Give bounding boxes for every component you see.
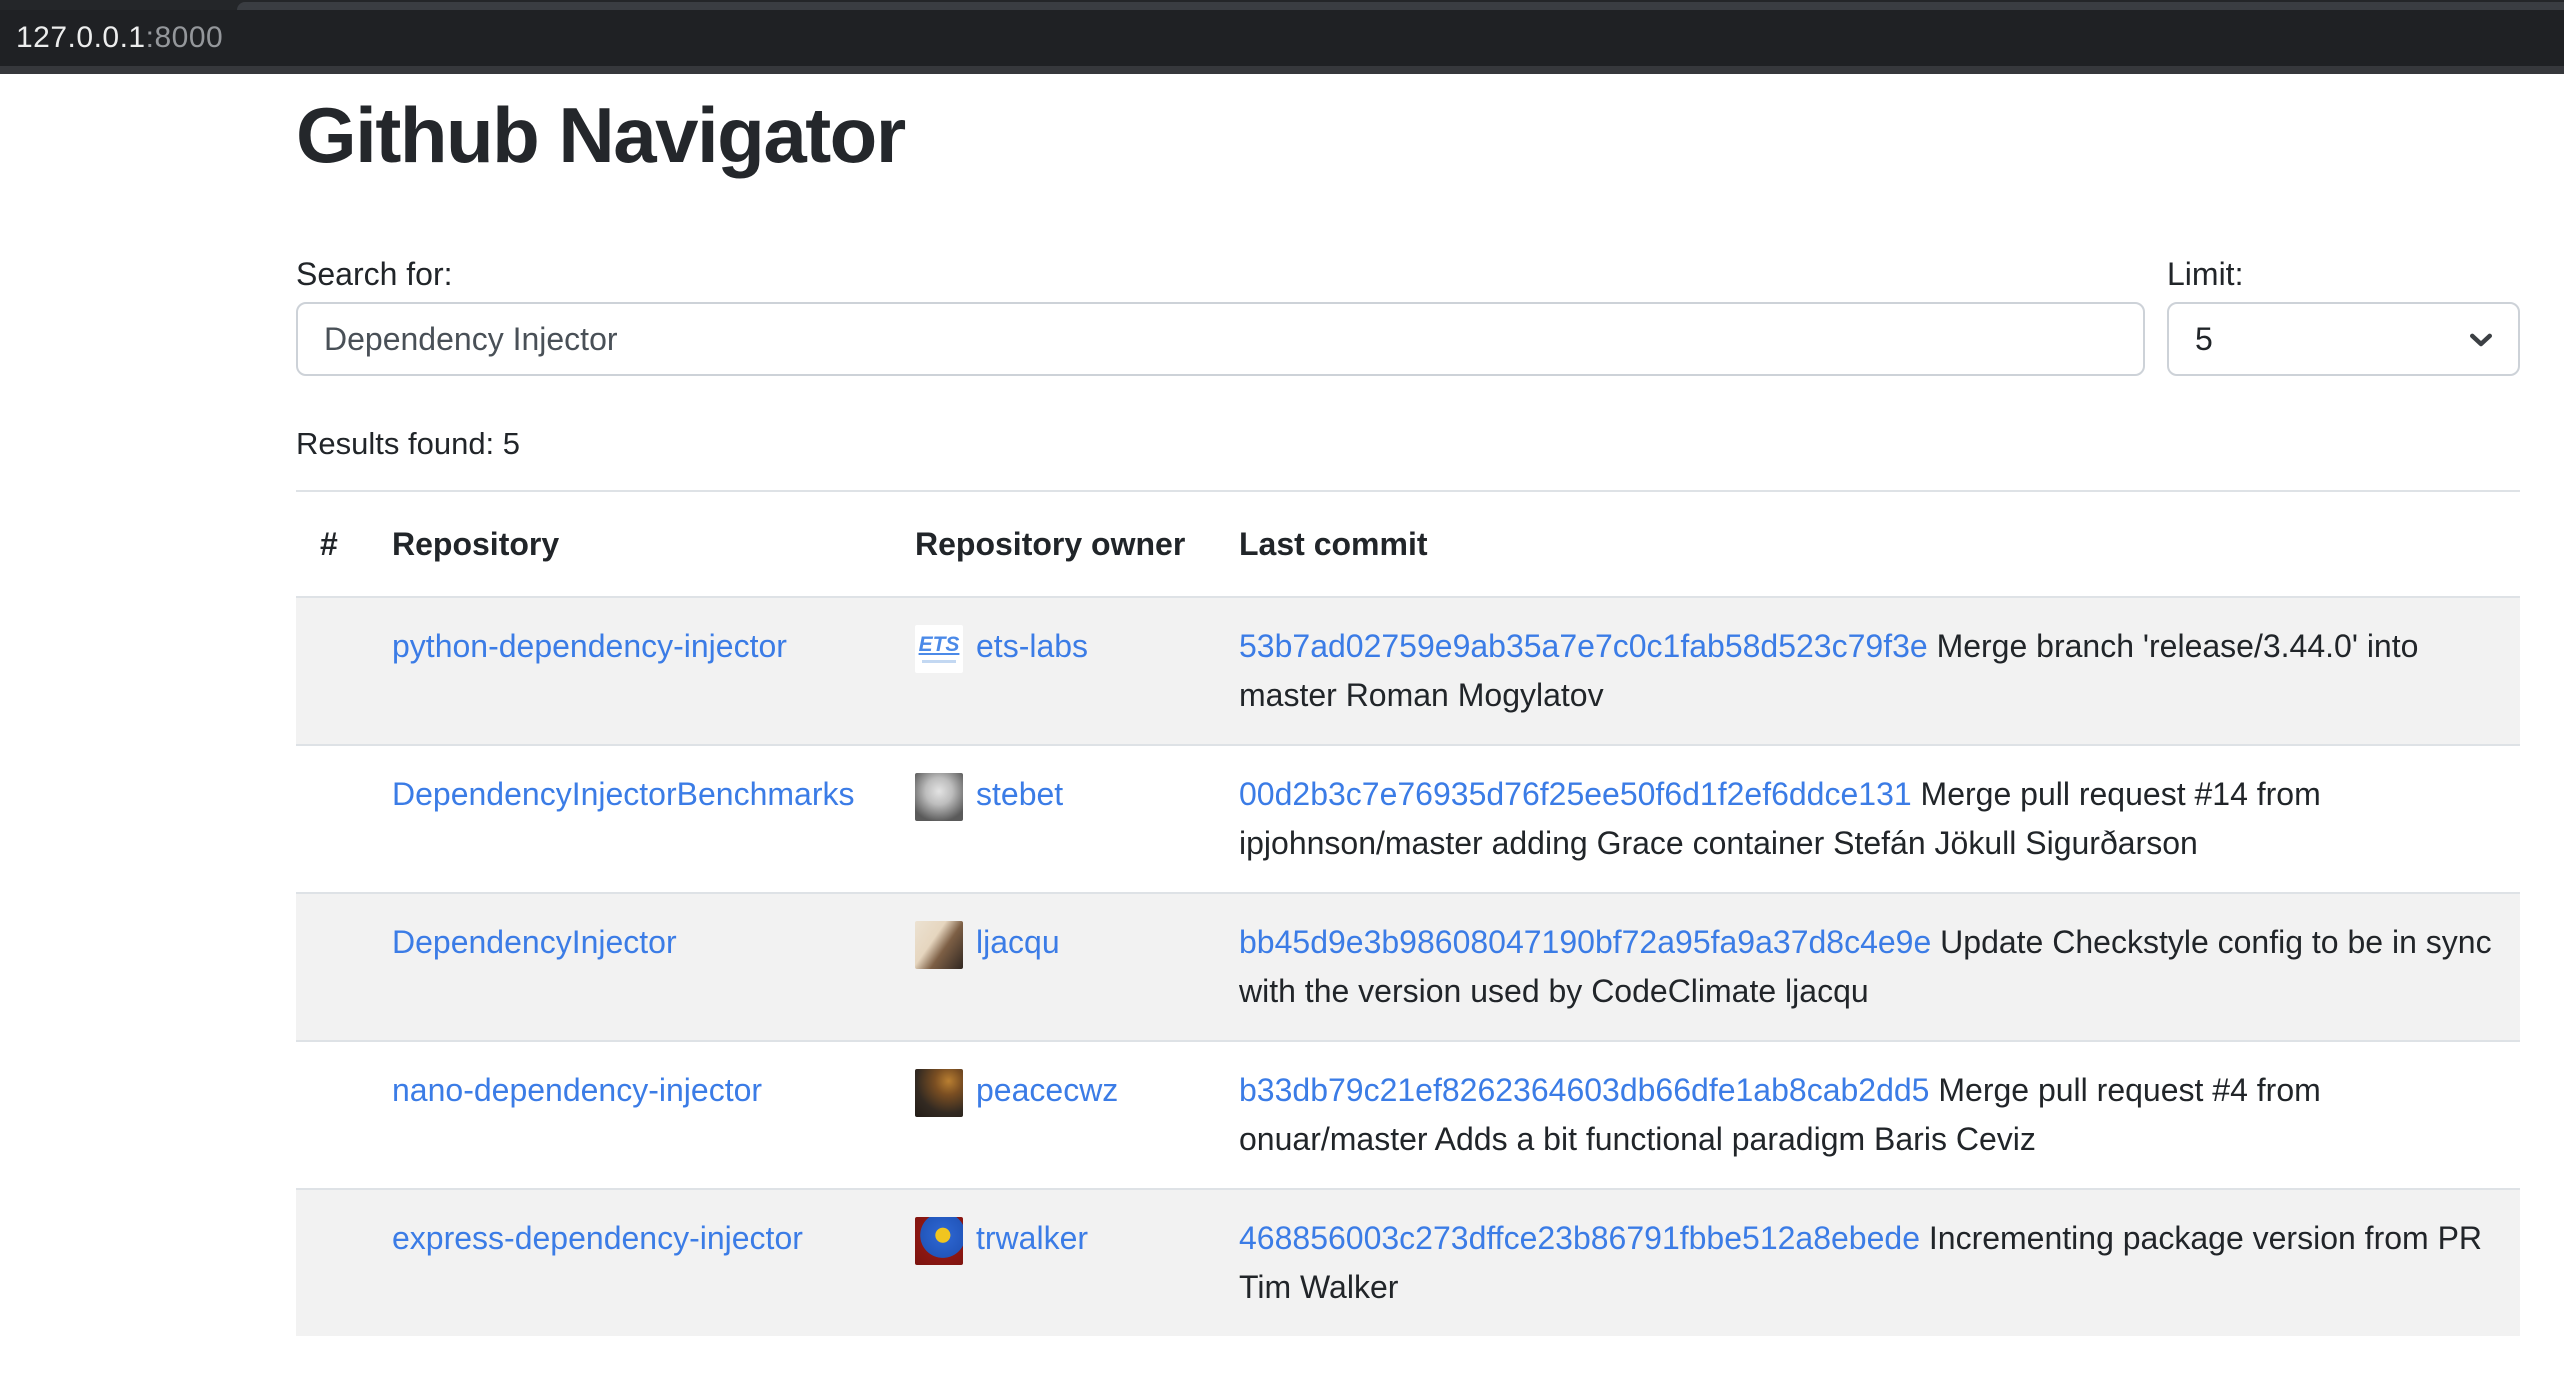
row-index-cell <box>296 893 368 1041</box>
url-port: :8000 <box>146 21 224 54</box>
last-commit-cell: b33db79c21ef8262364603db66dfe1ab8cab2dd5… <box>1215 1041 2520 1189</box>
url-text: 127.0.0.1:8000 <box>0 21 223 55</box>
address-bar[interactable]: 127.0.0.1:8000 <box>0 10 2564 66</box>
results-table: # Repository Repository owner Last commi… <box>296 490 2520 1336</box>
ets-logo-text: ETS <box>919 634 960 656</box>
row-index-cell <box>296 1189 368 1336</box>
search-form: Search for: Limit: 5 <box>296 250 2520 376</box>
search-field-group: Search for: <box>296 250 2145 376</box>
owner-link[interactable]: peacecwz <box>976 1072 1118 1108</box>
header-num: # <box>296 491 368 597</box>
repo-link[interactable]: DependencyInjector <box>392 924 677 960</box>
limit-field-group: Limit: 5 <box>2167 250 2520 376</box>
chrome-bottom-divider <box>0 66 2564 74</box>
header-last-commit: Last commit <box>1215 491 2520 597</box>
repo-link[interactable]: DependencyInjectorBenchmarks <box>392 776 854 812</box>
limit-select[interactable]: 5 <box>2167 302 2520 376</box>
owner-link[interactable]: stebet <box>976 776 1063 812</box>
search-input[interactable] <box>296 302 2145 376</box>
row-index-cell <box>296 745 368 893</box>
owner-link[interactable]: ljacqu <box>976 924 1060 960</box>
repo-link[interactable]: nano-dependency-injector <box>392 1072 762 1108</box>
last-commit-cell: 00d2b3c7e76935d76f25ee50f6d1f2ef6ddce131… <box>1215 745 2520 893</box>
table-header-row: # Repository Repository owner Last commi… <box>296 491 2520 597</box>
search-label: Search for: <box>296 250 2145 298</box>
table-row: DependencyInjector ljacqu bb45d9e3b98608… <box>296 893 2520 1041</box>
commit-hash-link[interactable]: 468856003c273dffce23b86791fbbe512a8ebede <box>1239 1220 1920 1256</box>
owner-avatar <box>915 773 963 821</box>
owner-avatar <box>915 921 963 969</box>
owner-avatar <box>915 1069 963 1117</box>
row-index-cell <box>296 597 368 745</box>
owner-link[interactable]: ets-labs <box>976 628 1088 664</box>
commit-hash-link[interactable]: 00d2b3c7e76935d76f25ee50f6d1f2ef6ddce131 <box>1239 776 1912 812</box>
table-row: express-dependency-injector trwalker 468… <box>296 1189 2520 1336</box>
table-row: DependencyInjectorBenchmarks stebet 00d2… <box>296 745 2520 893</box>
page-container: Github Navigator Search for: Limit: 5 <box>296 96 2520 1336</box>
active-tab-edge[interactable] <box>237 2 2564 10</box>
repo-link[interactable]: python-dependency-injector <box>392 628 787 664</box>
commit-hash-link[interactable]: 53b7ad02759e9ab35a7e7c0c1fab58d523c79f3e <box>1239 628 1928 664</box>
row-index-cell <box>296 1041 368 1189</box>
tab-strip <box>0 0 2564 10</box>
commit-hash-link[interactable]: bb45d9e3b98608047190bf72a95fa9a37d8c4e9e <box>1239 924 1931 960</box>
limit-label: Limit: <box>2167 250 2520 298</box>
results-summary: Results found: 5 <box>296 420 2520 468</box>
table-row: nano-dependency-injector peacecwz b33db7… <box>296 1041 2520 1189</box>
header-repository: Repository <box>368 491 891 597</box>
owner-avatar: ETS <box>915 625 963 673</box>
repo-link[interactable]: express-dependency-injector <box>392 1220 803 1256</box>
last-commit-cell: 53b7ad02759e9ab35a7e7c0c1fab58d523c79f3e… <box>1215 597 2520 745</box>
owner-link[interactable]: trwalker <box>976 1220 1088 1256</box>
browser-chrome: 127.0.0.1:8000 <box>0 0 2564 74</box>
table-row: python-dependency-injector ETS ets-labs 5… <box>296 597 2520 745</box>
header-owner: Repository owner <box>891 491 1215 597</box>
commit-hash-link[interactable]: b33db79c21ef8262364603db66dfe1ab8cab2dd5 <box>1239 1072 1929 1108</box>
last-commit-cell: 468856003c273dffce23b86791fbbe512a8ebede… <box>1215 1189 2520 1336</box>
url-host: 127.0.0.1 <box>16 21 146 54</box>
owner-avatar <box>915 1217 963 1265</box>
last-commit-cell: bb45d9e3b98608047190bf72a95fa9a37d8c4e9e… <box>1215 893 2520 1041</box>
browser-window: 127.0.0.1:8000 Github Navigator Search f… <box>0 0 2564 1394</box>
page-title: Github Navigator <box>296 96 2520 174</box>
